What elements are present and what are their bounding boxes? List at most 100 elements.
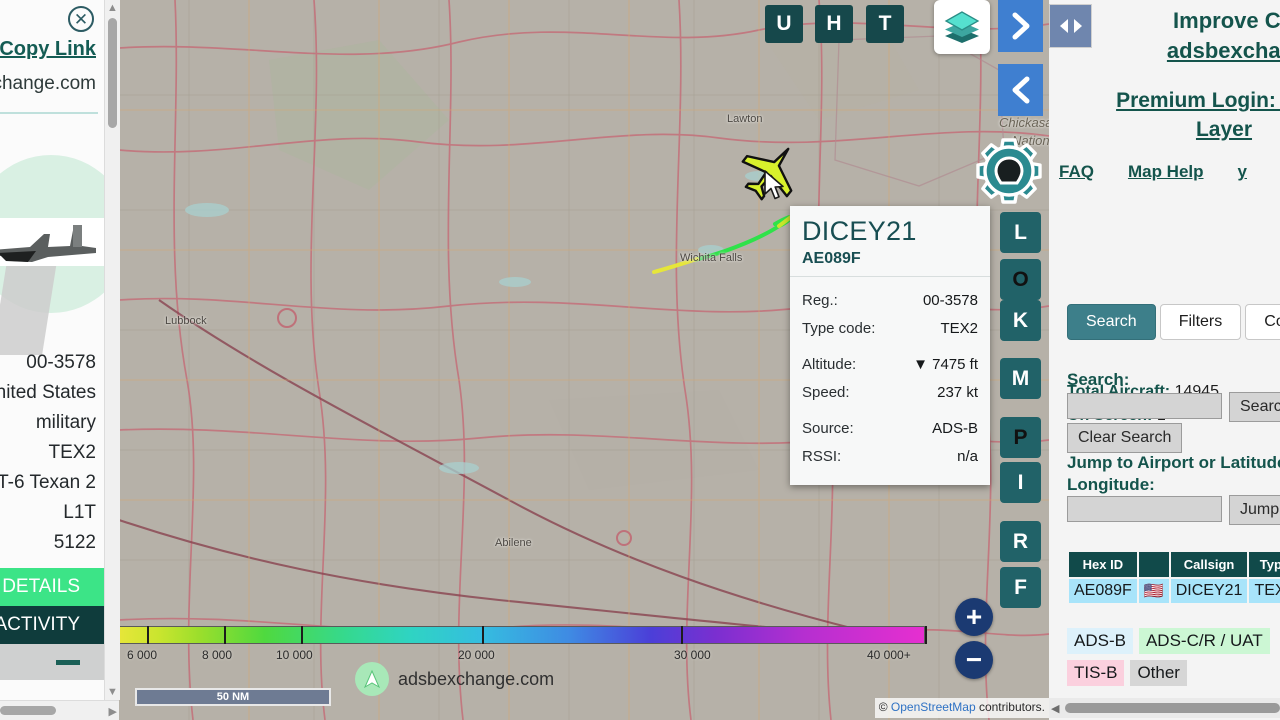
attribution-prefix: ©: [878, 700, 891, 714]
popup-row-gap: [802, 343, 978, 351]
legend-chip-other: Other: [1130, 660, 1187, 686]
premium-login-line1: Premium Login: none: [1116, 89, 1280, 112]
expand-collapse-icon: [1059, 19, 1082, 33]
altitude-tick-label: 30 000: [674, 648, 711, 662]
legend-line: ADS-B ADS-C/R / UAT: [1067, 628, 1280, 654]
aircraft-detail-sidebar[interactable]: ✕ Copy Link adsbexchange.com 00-3578 Unit…: [0, 0, 104, 720]
popup-row-value: TEX2: [940, 320, 978, 337]
premium-login-link[interactable]: Premium Login: none Layer: [1059, 86, 1280, 144]
search-input[interactable]: [1067, 393, 1222, 419]
show-details-button[interactable]: SHOW DETAILS: [0, 568, 104, 606]
control-sidebar[interactable]: Improve Coverage adsbexchange.com Premiu…: [1049, 0, 1280, 720]
popup-detail-rows: Reg.: 00-3578 Type code: TEX2 Altitude: ▼ 747…: [790, 277, 990, 485]
sidebar-tabs: SearchFiltersColumns: [1067, 304, 1280, 340]
tab-columns[interactable]: Columns: [1245, 304, 1280, 340]
popup-hex-id: AE089F: [802, 250, 861, 267]
show-activity-button[interactable]: SHOW ACTIVITY: [0, 606, 104, 644]
popup-row: RSSI: n/a: [802, 443, 978, 471]
sidebar-detail-row: United States: [0, 382, 96, 403]
scrollbar-thumb-right[interactable]: [1065, 703, 1280, 713]
settings-button[interactable]: [972, 134, 1046, 208]
map-button-routes[interactable]: R: [1000, 521, 1041, 562]
altitude-tick: [925, 626, 927, 644]
table-row[interactable]: AE089F🇺🇸DICEY21TEX2: [1069, 579, 1280, 603]
extra-link[interactable]: y: [1238, 162, 1247, 182]
map-button-labels[interactable]: L: [1000, 212, 1041, 253]
map-button-tisb[interactable]: T: [866, 5, 904, 43]
close-icon[interactable]: ✕: [68, 6, 94, 32]
popup-row-value: ▼ 7475 ft: [913, 356, 978, 373]
legend-chip-adsc: ADS-C/R / UAT: [1138, 628, 1270, 654]
map-help-link[interactable]: Map Help: [1128, 162, 1204, 182]
sidebar-collapse-bar[interactable]: [0, 644, 104, 680]
chevron-left-icon: [1012, 76, 1029, 104]
search-label: Search:: [1067, 370, 1130, 389]
faq-link[interactable]: FAQ: [1059, 162, 1094, 182]
aircraft-table[interactable]: Hex ID CallsignType AE089F🇺🇸DICEY21TEX2: [1067, 550, 1280, 605]
aircraft-info-popup[interactable]: DICEY21 AE089F Reg.: 00-3578 Type code: TEX…: [790, 206, 990, 485]
scrollbar-thumb[interactable]: [108, 18, 117, 128]
table-header-cell[interactable]: Type: [1249, 552, 1280, 577]
table-header-cell[interactable]: Callsign: [1170, 552, 1248, 577]
tab-search[interactable]: Search: [1067, 304, 1156, 340]
popup-row-value: ADS-B: [932, 420, 978, 437]
map-button-military[interactable]: M: [1000, 358, 1041, 399]
map-scale-bar: 50 NM: [135, 688, 331, 706]
search-button[interactable]: Search: [1229, 392, 1280, 422]
legend-chip-tisb: TIS-B: [1067, 660, 1125, 686]
scroll-up-arrow-icon[interactable]: ▲: [105, 0, 120, 16]
aircraft-detail-rows: 00-3578 United States military TEX2 T-6 Texa…: [0, 348, 104, 558]
gear-icon: [976, 138, 1042, 204]
openstreetmap-link[interactable]: OpenStreetMap: [891, 700, 976, 714]
copy-link-button[interactable]: Copy Link: [0, 38, 104, 61]
sidebar-divider: [0, 112, 98, 114]
map-button-outlines[interactable]: O: [1000, 259, 1041, 300]
expand-left-button[interactable]: [998, 64, 1043, 116]
popup-row-key: Speed:: [802, 384, 850, 401]
map-button-kilometers[interactable]: K: [1000, 300, 1041, 341]
improve-coverage-heading: Improve Coverage adsbexchange.com: [1109, 6, 1280, 66]
map-button-heatmap[interactable]: H: [815, 5, 853, 43]
jump-input[interactable]: [1067, 496, 1222, 522]
popup-row: Altitude: ▼ 7475 ft: [802, 351, 978, 379]
jump-label-line2: Longitude:: [1067, 475, 1155, 494]
sidebar-domain-text: adsbexchange.com: [0, 73, 96, 94]
expand-right-button[interactable]: [998, 0, 1043, 52]
altitude-tick-label: 20 000: [458, 648, 495, 662]
jump-label: Jump to Airport or Latitude / Longitude:: [1067, 452, 1280, 496]
map-button-filters[interactable]: F: [1000, 567, 1041, 608]
map-button-uat[interactable]: U: [765, 5, 803, 43]
sidebar-horizontal-scrollbar[interactable]: ▶: [0, 700, 119, 720]
layers-button[interactable]: [934, 0, 990, 54]
table-header-cell[interactable]: Hex ID: [1069, 552, 1137, 577]
popup-row-value: n/a: [957, 448, 978, 465]
sidebar-detail-row: TEX2: [48, 442, 96, 463]
popup-row: Type code: TEX2: [802, 315, 978, 343]
table-header-row: Hex ID CallsignType: [1069, 552, 1280, 577]
sidebar-photo-shadow: [0, 255, 58, 355]
scroll-down-arrow-icon[interactable]: ▼: [105, 684, 120, 700]
sidebar-vertical-scrollbar[interactable]: ▲ ▼: [104, 0, 120, 700]
brand-text: adsbexchange.com: [398, 668, 555, 689]
scroll-left-arrow-icon[interactable]: ◀: [1051, 702, 1059, 715]
altitude-tick-label: 8 000: [202, 648, 233, 662]
zoom-in-button[interactable]: +: [955, 598, 993, 636]
altitude-tick-label: 6 000: [127, 648, 158, 662]
clear-search-button[interactable]: Clear Search: [1067, 423, 1183, 453]
sidebar-detail-row: T-6 Texan 2: [0, 472, 96, 493]
popup-callsign: DICEY21: [802, 216, 917, 246]
zoom-out-button[interactable]: −: [955, 641, 993, 679]
tab-filters[interactable]: Filters: [1159, 304, 1242, 340]
jump-button[interactable]: Jump: [1229, 495, 1280, 525]
adsbexchange-link[interactable]: adsbexchange.com: [1109, 36, 1280, 66]
scroll-right-arrow-icon[interactable]: ▶: [109, 705, 117, 718]
app-root: LawtonChickasawNationWichita FallsLubboc…: [0, 0, 1280, 720]
sidebar-toggle-button[interactable]: [1049, 4, 1092, 48]
map-button-pia[interactable]: P: [1000, 417, 1041, 458]
altitude-tick-label: 10 000: [276, 648, 313, 662]
table-header-cell[interactable]: [1138, 552, 1169, 577]
map-button-interesting[interactable]: I: [1000, 462, 1041, 503]
control-sidebar-horizontal-scrollbar[interactable]: ◀: [1049, 698, 1280, 718]
popup-row: Source: ADS-B: [802, 415, 978, 443]
scrollbar-thumb-horizontal[interactable]: [0, 706, 56, 715]
